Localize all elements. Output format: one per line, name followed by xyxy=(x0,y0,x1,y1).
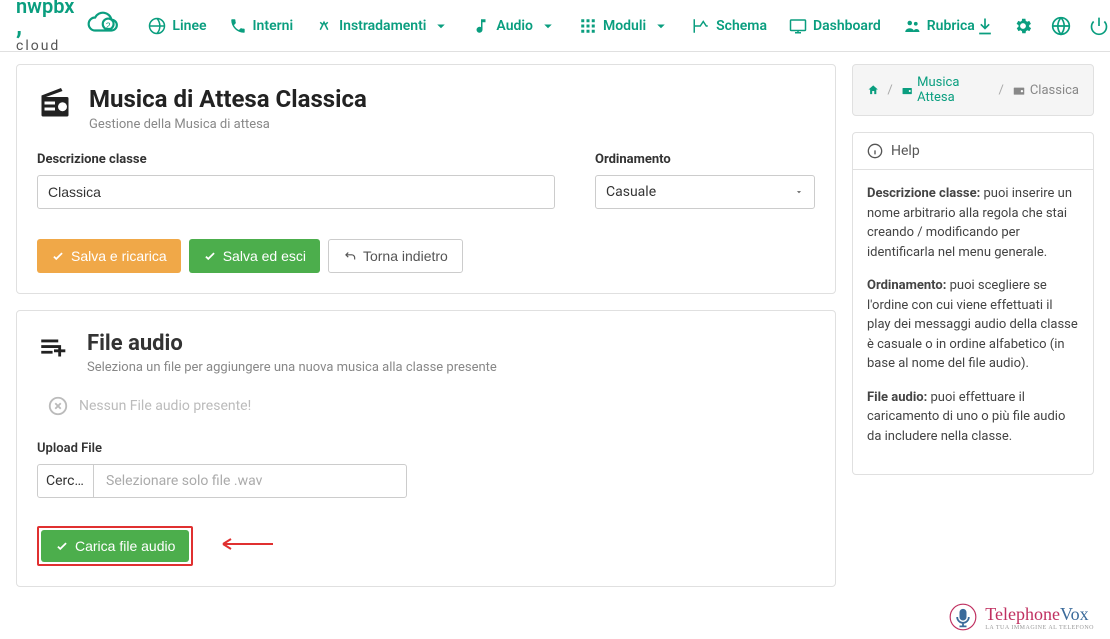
topbar: nwpbx , cloud 2 Linee Interni Instradame… xyxy=(0,0,1110,52)
highlight-box: Carica file audio xyxy=(37,526,193,566)
input-descrizione[interactable] xyxy=(37,175,555,209)
power-icon[interactable] xyxy=(1089,16,1109,36)
btn-carica-file[interactable]: Carica file audio xyxy=(41,530,189,562)
upload-group: Cerca… Selezionare solo file .wav xyxy=(37,464,407,498)
upload-placeholder[interactable]: Selezionare solo file .wav xyxy=(94,465,406,497)
upload-label: Upload File xyxy=(37,441,815,456)
nav-audio[interactable]: Audio xyxy=(472,17,557,35)
nav-dashboard[interactable]: Dashboard xyxy=(789,17,881,35)
playlist-add-icon xyxy=(37,331,71,369)
breadcrumb-mid[interactable]: Musica Attesa xyxy=(901,75,991,105)
card-musica-attesa: Musica di Attesa Classica Gestione della… xyxy=(16,64,836,294)
browse-button[interactable]: Cerca… xyxy=(38,465,94,497)
radio-icon xyxy=(37,85,73,125)
logo-subtext: cloud xyxy=(16,38,74,54)
breadcrumb: / Musica Attesa / Classica xyxy=(852,64,1094,116)
files-title: File audio xyxy=(87,331,497,356)
nav-linee[interactable]: Linee xyxy=(148,17,206,35)
logo-text: nwpbx , xyxy=(16,0,74,38)
radio-small-icon xyxy=(901,83,913,97)
help-card: Help Descrizione classe: puoi inserire u… xyxy=(852,132,1094,475)
label-descrizione: Descrizione classe xyxy=(37,152,555,167)
btn-salva-esci[interactable]: Salva ed esci xyxy=(189,239,320,273)
help-title: Help xyxy=(891,143,920,159)
files-subtitle: Seleziona un file per aggiungere una nuo… xyxy=(87,360,497,375)
page-title: Musica di Attesa Classica xyxy=(89,85,367,113)
card-file-audio: File audio Seleziona un file per aggiung… xyxy=(16,310,836,587)
logo[interactable]: nwpbx , cloud 2 xyxy=(16,0,128,54)
nav-actions xyxy=(975,16,1109,36)
mic-icon xyxy=(949,603,977,631)
globe-icon[interactable] xyxy=(1051,16,1071,36)
nav-rubrica[interactable]: Rubrica xyxy=(903,17,975,35)
arrow-annotation-icon xyxy=(213,536,273,556)
caret-down-icon xyxy=(794,187,804,197)
info-icon xyxy=(867,143,883,159)
label-ordinamento: Ordinamento xyxy=(595,152,815,167)
breadcrumb-end: Classica xyxy=(1012,83,1079,98)
radio-small-icon xyxy=(1012,83,1026,97)
nav-schema[interactable]: Schema xyxy=(692,17,767,35)
page-subtitle: Gestione della Musica di attesa xyxy=(89,117,367,132)
brand-footer: TelephoneVox LA TUA IMMAGINE AL TELEFONO xyxy=(949,603,1094,631)
cloud-badge-icon: 2 xyxy=(84,11,128,41)
btn-salva-ricarica[interactable]: Salva e ricarica xyxy=(37,239,181,273)
gear-icon[interactable] xyxy=(1013,16,1033,36)
download-icon[interactable] xyxy=(975,16,995,36)
empty-state: Nessun File audio presente! xyxy=(47,395,815,417)
main-nav: Linee Interni Instradamenti Audio Moduli… xyxy=(148,17,974,35)
nav-instradamenti[interactable]: Instradamenti xyxy=(315,17,450,35)
select-ordinamento-value: Casuale xyxy=(606,184,656,200)
nav-interni[interactable]: Interni xyxy=(229,17,294,35)
home-icon[interactable] xyxy=(867,83,879,97)
select-ordinamento[interactable]: Casuale xyxy=(595,175,815,209)
chevron-down-icon xyxy=(432,17,450,35)
chevron-down-icon xyxy=(539,17,557,35)
close-circle-icon xyxy=(47,395,69,417)
help-body: Descrizione classe: puoi inserire un nom… xyxy=(853,170,1093,474)
nav-moduli[interactable]: Moduli xyxy=(579,17,670,35)
svg-text:2: 2 xyxy=(106,20,111,30)
chevron-down-icon xyxy=(652,17,670,35)
empty-text: Nessun File audio presente! xyxy=(79,398,251,414)
btn-torna-indietro[interactable]: Torna indietro xyxy=(328,239,463,273)
